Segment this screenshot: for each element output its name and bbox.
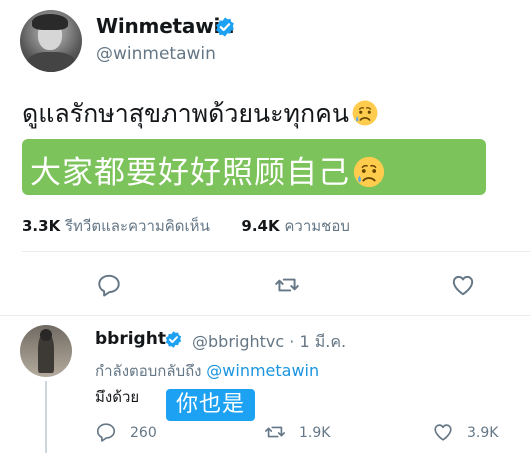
reply-count: 260 [130,425,157,441]
retweets-label[interactable]: รีทวีตและความคิดเห็น [65,217,210,235]
thread-line [45,381,47,453]
reply-tweet[interactable]: bbright @bbrightvc · 1 มี.ค. กำลังตอบกลั… [0,317,530,453]
tweet-text: ดูแลรักษาสุขภาพด้วยนะทุกคน [22,94,379,134]
reply-meta: @bbrightvc · 1 มี.ค. [192,330,346,355]
meta-separator: · [289,332,295,351]
reply-reply-button[interactable]: 260 [95,421,165,443]
replying-to: กำลังตอบกลับถึง @winmetawin [95,359,319,383]
main-tweet: Winmetawin @winmetawin ดูแลรักษาสุขภาพด้… [0,0,530,316]
avatar-hair [32,14,68,30]
reply-display-name[interactable]: bbright [95,329,166,349]
reply-retweet-button[interactable]: 1.9K [264,421,344,443]
reply-handle[interactable]: @bbrightvc [192,332,284,351]
likes-label[interactable]: ความชอบ [284,217,349,235]
avatar-body [26,52,76,72]
replying-prefix: กำลังตอบกลับถึง [95,362,202,380]
reply-icon [96,423,116,442]
avatar[interactable] [20,10,82,72]
reply-avatar[interactable] [20,325,72,377]
reply-text: มึงด้วย [95,388,140,406]
crying-emoji-icon [352,100,378,126]
translation-box: 大家都要好好照顾自己 [22,139,486,195]
reply-icon[interactable] [96,272,122,298]
avatar-head [40,329,52,341]
divider [22,251,530,252]
like-count: 3.9K [467,425,499,441]
translation-content: 大家都要好好照顾自己 [30,155,350,191]
retweet-icon[interactable] [274,272,300,298]
reply-date[interactable]: 1 มี.ค. [299,332,346,351]
retweet-count: 1.9K [299,425,331,441]
verified-badge-icon [216,17,234,37]
tweet-stats: 3.3K รีทวีตและความคิดเห็น 9.4K ความชอบ [22,214,350,238]
reply-translation: 你也是 [166,389,256,421]
handle[interactable]: @winmetawin [96,44,216,64]
verified-badge-icon [165,331,182,348]
like-icon [434,424,452,441]
retweets-count[interactable]: 3.3K [22,217,60,235]
like-icon[interactable] [450,272,476,298]
retweet-icon [265,426,285,438]
replying-mention[interactable]: @winmetawin [206,361,319,380]
tweet-text-content: ดูแลรักษาสุขภาพด้วยนะทุกคน [22,99,349,128]
crying-emoji-icon [353,156,385,188]
reply-like-button[interactable]: 3.9K [432,421,512,443]
translation-text: 大家都要好好照顾自己 [30,147,386,192]
likes-count[interactable]: 9.4K [241,217,279,235]
